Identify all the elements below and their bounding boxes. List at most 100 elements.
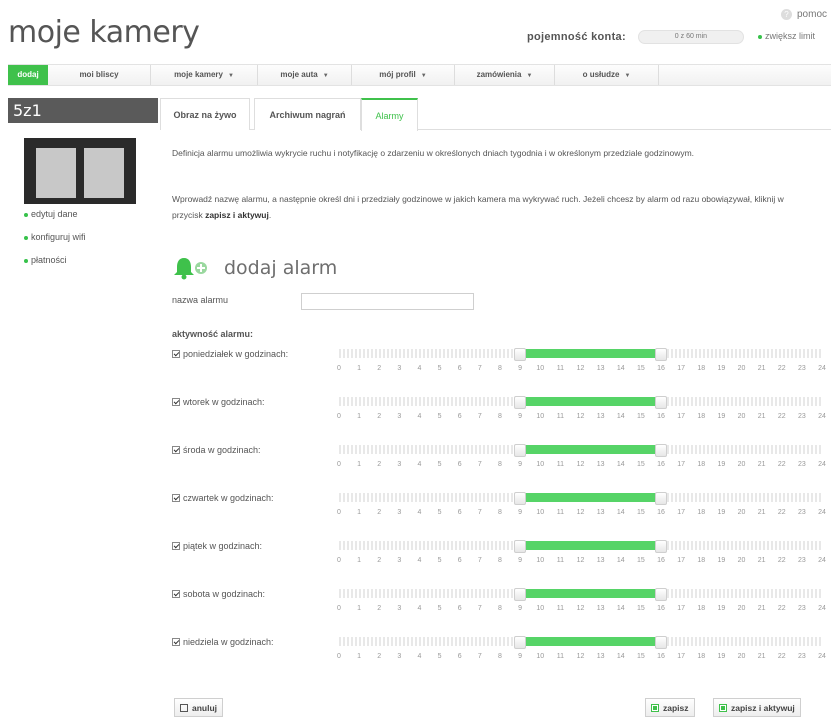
day-checkbox[interactable] (172, 494, 180, 502)
hour-tick: 5 (437, 461, 442, 468)
hour-range-slider[interactable] (339, 444, 822, 457)
nav-item-my-cars[interactable]: moje auta ▼ (258, 65, 352, 85)
sidebar-item-wifi[interactable]: konfiguruj wifi (24, 231, 86, 254)
hour-range-slider[interactable] (339, 492, 822, 505)
range-end-handle[interactable] (655, 636, 667, 649)
range-end-handle[interactable] (655, 396, 667, 409)
hour-tick: 21 (757, 605, 766, 612)
range-start-handle[interactable] (514, 348, 527, 361)
range-start-handle[interactable] (514, 588, 527, 601)
account-capacity: pojemność konta: 0 z 60 min (527, 30, 744, 44)
tab-bar: Obraz na żywo Archiwum nagrań Alarmy (160, 98, 831, 131)
day-checkbox-label[interactable]: sobota w godzinach: (172, 589, 265, 599)
range-end-handle[interactable] (655, 348, 667, 361)
range-start-handle[interactable] (514, 444, 527, 457)
hour-tick: 7 (477, 365, 482, 372)
hour-tick: 2 (377, 461, 382, 468)
camera-thumbnail[interactable] (24, 138, 136, 204)
hour-tick: 16 (657, 509, 665, 516)
hour-scale: 0 1 2 3 4 5 6 7 8 9 10 11 12 13 14 15 16 17 18 19 20 21 22 23 24 (337, 365, 826, 375)
day-checkbox[interactable] (172, 350, 180, 358)
hour-tick: 7 (477, 653, 482, 660)
hour-tick: 4 (417, 605, 422, 612)
range-end-handle[interactable] (655, 492, 667, 505)
range-start-handle[interactable] (514, 396, 527, 409)
hour-tick: 9 (518, 557, 523, 564)
day-checkbox[interactable] (172, 638, 180, 646)
instructions-highlight: zapisz i aktywuj (205, 210, 269, 220)
save-activate-icon (719, 703, 727, 712)
cancel-button[interactable]: anuluj (174, 698, 224, 717)
hour-tick: 6 (457, 461, 462, 468)
hour-tick: 24 (818, 509, 826, 516)
nav-item-about[interactable]: o usłudze ▼ (555, 65, 659, 85)
bullet-icon (758, 34, 762, 39)
nav-item-family[interactable]: moi bliscy (48, 65, 151, 85)
day-checkbox-label[interactable]: niedziela w godzinach: (172, 637, 274, 647)
nav-item-label: mój profil (379, 70, 416, 79)
sidebar-item-label: konfiguruj wifi (31, 232, 86, 242)
range-end-handle[interactable] (655, 444, 667, 457)
hour-tick: 12 (576, 509, 585, 516)
tab-live-view[interactable]: Obraz na żywo (160, 98, 250, 130)
hour-tick: 17 (677, 461, 686, 468)
range-start-handle[interactable] (514, 492, 527, 505)
hour-range-slider[interactable] (339, 540, 822, 553)
hour-tick: 5 (437, 365, 442, 372)
save-activate-button[interactable]: zapisz i aktywuj (713, 698, 801, 717)
hour-range-slider[interactable] (339, 396, 822, 409)
sidebar-item-edit[interactable]: edytuj dane (24, 208, 86, 231)
hour-tick: 17 (677, 509, 686, 516)
hour-tick: 12 (576, 461, 585, 468)
hour-tick: 4 (417, 653, 422, 660)
day-checkbox[interactable] (172, 590, 180, 598)
range-start-handle[interactable] (514, 540, 527, 553)
day-label-text: wtorek w godzinach: (183, 397, 265, 407)
range-end-handle[interactable] (655, 588, 667, 601)
day-checkbox-label[interactable]: wtorek w godzinach: (172, 397, 265, 407)
hour-tick: 3 (397, 509, 402, 516)
nav-item-my-cameras[interactable]: moje kamery ▼ (151, 65, 258, 85)
nav-item-orders[interactable]: zamówienia ▼ (455, 65, 555, 85)
hour-tick: 11 (556, 461, 565, 468)
save-button[interactable]: zapisz (645, 698, 695, 717)
hour-tick: 10 (536, 557, 545, 564)
selected-hour-range (520, 397, 661, 406)
day-checkbox[interactable] (172, 398, 180, 406)
save-button-label: zapisz (663, 702, 689, 713)
increase-limit-link[interactable]: zwiększ limit (758, 31, 815, 41)
hour-tick: 1 (357, 605, 362, 612)
hour-tick: 13 (596, 413, 605, 420)
hour-range-slider[interactable] (339, 348, 822, 361)
tab-alarms[interactable]: Alarmy (361, 98, 418, 131)
day-checkbox[interactable] (172, 446, 180, 454)
hour-range-slider[interactable] (339, 636, 822, 649)
hour-tick: 9 (518, 461, 523, 468)
nav-item-my-profile[interactable]: mój profil ▼ (352, 65, 455, 85)
day-label-text: poniedziałek w godzinach: (183, 349, 289, 359)
range-start-handle[interactable] (514, 636, 527, 649)
day-checkbox-label[interactable]: piątek w godzinach: (172, 541, 262, 551)
tab-recordings[interactable]: Archiwum nagrań (254, 98, 361, 130)
hour-range-slider[interactable] (339, 588, 822, 601)
hour-tick: 15 (636, 557, 645, 564)
day-checkbox-label[interactable]: poniedziałek w godzinach: (172, 349, 288, 359)
hour-tick: 17 (677, 653, 686, 660)
hour-tick: 15 (636, 461, 645, 468)
hour-tick: 8 (498, 557, 502, 564)
hour-tick: 17 (677, 605, 686, 612)
hour-tick: 16 (657, 365, 665, 372)
day-checkbox-label[interactable]: środa w godzinach: (172, 445, 261, 455)
day-checkbox-label[interactable]: czwartek w godzinach: (172, 493, 274, 503)
nav-item-add[interactable]: dodaj (8, 65, 48, 85)
range-end-handle[interactable] (655, 540, 667, 553)
hour-tick: 16 (657, 461, 665, 468)
alarm-name-input[interactable] (301, 293, 474, 310)
hour-tick: 7 (477, 509, 482, 516)
hour-tick: 10 (536, 461, 545, 468)
help-link[interactable]: ? pomoc (780, 9, 827, 20)
day-checkbox[interactable] (172, 542, 180, 550)
sidebar-item-payments[interactable]: płatności (24, 254, 86, 277)
hour-tick: 24 (818, 461, 826, 468)
capacity-label: pojemność konta: (527, 31, 626, 43)
